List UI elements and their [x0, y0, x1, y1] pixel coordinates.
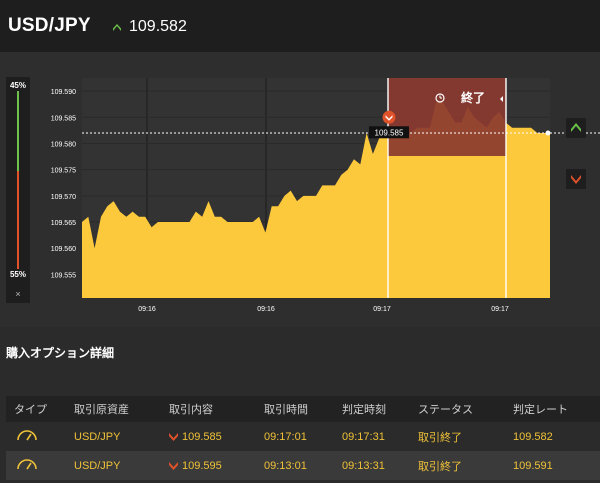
low-button[interactable]: [566, 169, 586, 189]
currency-pair-title: USD/JPY: [8, 15, 91, 36]
chart-area: [0, 52, 600, 327]
sentiment-gauge: 45% 55% ×: [6, 77, 30, 303]
column-header: タイプ: [14, 404, 47, 416]
trade-time-cell: 09:13:01: [264, 459, 307, 472]
purchase-details-title: 購入オプション詳細: [6, 346, 115, 360]
column-header: 取引内容: [169, 404, 213, 416]
purchase-details-table: タイプ 取引原資産 取引内容 取引時間 判定時刻 ステータス 判定レート USD…: [6, 396, 600, 480]
high-button[interactable]: [566, 118, 586, 138]
column-header: 取引時間: [264, 404, 308, 416]
up-percent: 45%: [9, 81, 26, 90]
down-percent: 55%: [9, 270, 26, 279]
down-bar: [17, 171, 19, 269]
status-cell: 取引終了: [418, 431, 462, 444]
header: USD/JPY 109.582: [0, 0, 600, 52]
gauge-icon: [17, 459, 37, 470]
content-value: 109.595: [182, 459, 222, 472]
content-value: 109.585: [182, 430, 222, 443]
type-cell: [6, 428, 66, 445]
up-chevron-icon: [113, 24, 121, 31]
content-cell: 109.585: [161, 431, 254, 443]
column-header: 判定時刻: [342, 404, 386, 416]
judge-rate-cell: 109.591: [513, 459, 553, 472]
column-header: 判定レート: [513, 404, 568, 416]
asset-cell: USD/JPY: [74, 430, 121, 443]
type-cell: [6, 457, 66, 474]
trade-time-cell: 09:17:01: [264, 430, 307, 443]
gauge-close-button[interactable]: ×: [6, 289, 30, 299]
down-chevron-icon: [169, 432, 178, 441]
judge-time-cell: 09:13:31: [342, 459, 385, 472]
current-rate: 109.582: [129, 18, 187, 35]
down-chevron-icon: [571, 175, 581, 184]
judge-rate-cell: 109.582: [513, 430, 553, 443]
up-bar: [17, 91, 19, 171]
gauge-icon: [17, 430, 37, 441]
status-cell: 取引終了: [418, 460, 462, 473]
table-row[interactable]: USD/JPY 109.595 09:13:01 09:13:31 取引終了 1…: [6, 451, 600, 480]
down-chevron-icon: [169, 461, 178, 470]
table-row[interactable]: USD/JPY 109.585 09:17:01 09:17:31 取引終了 1…: [6, 422, 600, 451]
up-chevron-icon: [571, 123, 581, 132]
asset-cell: USD/JPY: [74, 459, 121, 472]
column-header: ステータス: [418, 404, 473, 416]
column-header: 取引原資産: [74, 404, 129, 416]
table-header: タイプ 取引原資産 取引内容 取引時間 判定時刻 ステータス 判定レート: [6, 396, 600, 422]
content-cell: 109.595: [161, 460, 254, 472]
judge-time-cell: 09:17:31: [342, 430, 385, 443]
